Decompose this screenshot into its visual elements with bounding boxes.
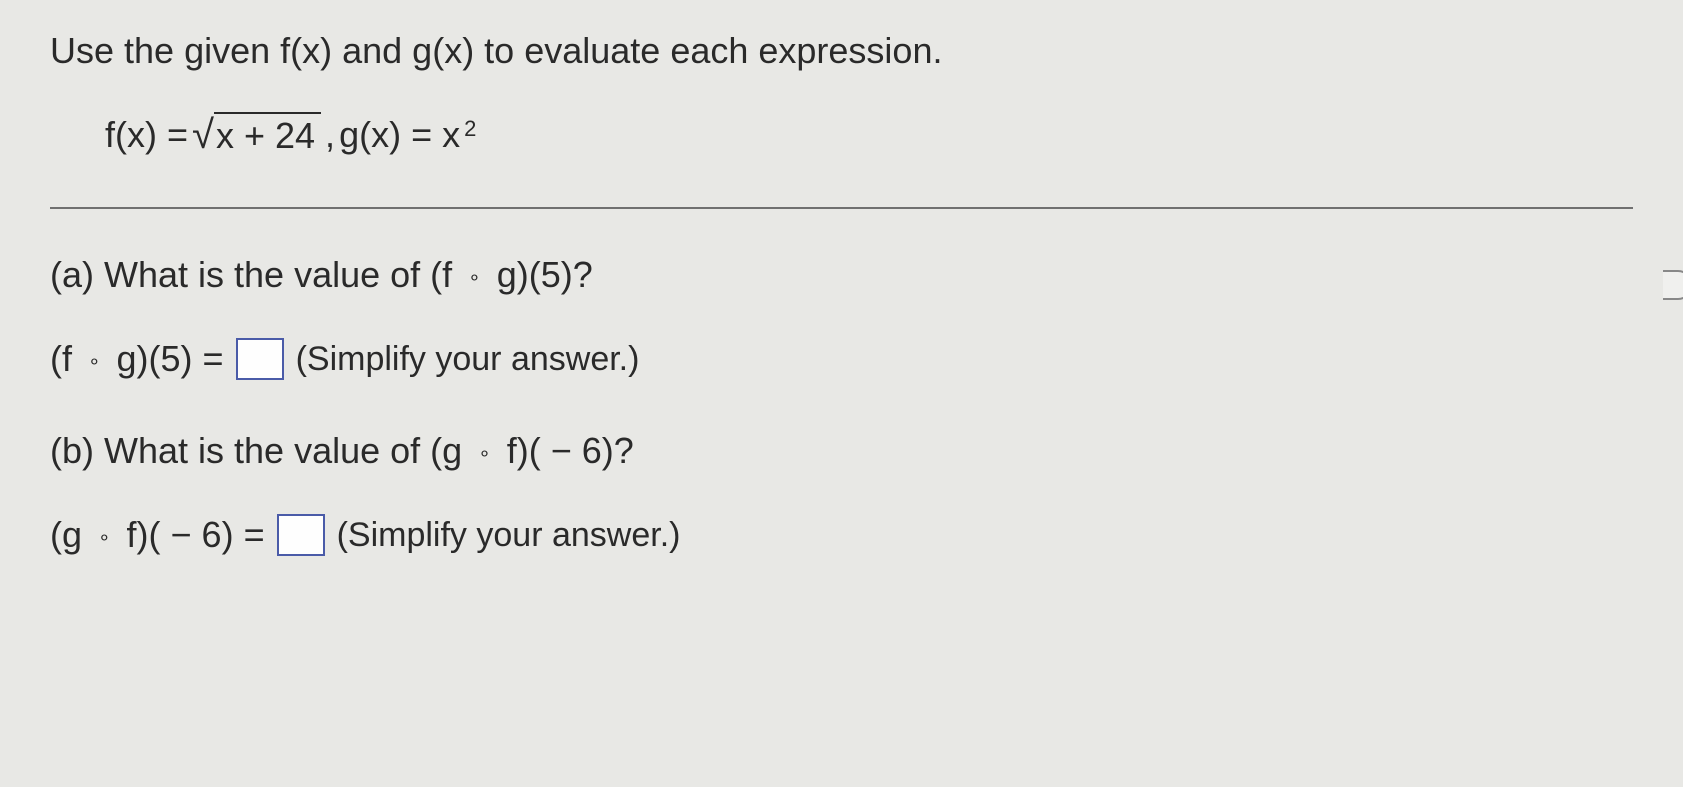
part-b-hint: (Simplify your answer.): [337, 516, 681, 555]
problem-page: Use the given f(x) and g(x) to evaluate …: [0, 0, 1683, 787]
instruction-text: Use the given f(x) and g(x) to evaluate …: [50, 30, 1633, 72]
part-b-prefix: (b) What is the value of (g: [50, 430, 472, 471]
part-a-answer-input[interactable]: [236, 338, 284, 380]
part-b-suffix: f)( − 6)?: [497, 430, 634, 471]
part-a-hint: (Simplify your answer.): [296, 340, 640, 379]
compose-icon: ∘: [462, 267, 487, 289]
g-exponent: 2: [464, 116, 476, 142]
part-a-answer-prefix: (f: [50, 338, 82, 379]
function-definitions: f(x) = √ x + 24 , g(x) = x2: [105, 112, 1633, 157]
sqrt-expression: √ x + 24: [192, 112, 321, 157]
part-b-block: (b) What is the value of (g ∘ f)( − 6)? …: [50, 430, 1633, 556]
part-b-answer-label: (g ∘ f)( − 6) =: [50, 514, 265, 556]
compose-icon: ∘: [472, 443, 497, 465]
part-a-prefix: (a) What is the value of (f: [50, 254, 462, 295]
compose-icon: ∘: [92, 527, 117, 549]
g-label: g(x) = x: [339, 114, 460, 156]
part-b-answer-input[interactable]: [277, 514, 325, 556]
part-b-answer-line: (g ∘ f)( − 6) = (Simplify your answer.): [50, 514, 1633, 556]
part-a-prompt: (a) What is the value of (f ∘ g)(5)?: [50, 254, 1633, 296]
formula-separator: ,: [325, 114, 335, 156]
part-a-answer-mid: g)(5) =: [107, 338, 224, 379]
part-b-prompt: (b) What is the value of (g ∘ f)( − 6)?: [50, 430, 1633, 472]
part-b-answer-prefix: (g: [50, 514, 92, 555]
part-a-answer-label: (f ∘ g)(5) =: [50, 338, 224, 380]
sqrt-icon: √: [192, 115, 214, 155]
part-a-answer-line: (f ∘ g)(5) = (Simplify your answer.): [50, 338, 1633, 380]
f-label: f(x) =: [105, 114, 188, 156]
section-divider: [50, 207, 1633, 209]
page-binding-icon: [1663, 270, 1683, 300]
sqrt-body: x + 24: [214, 112, 321, 157]
part-b-answer-mid: f)( − 6) =: [117, 514, 265, 555]
compose-icon: ∘: [82, 351, 107, 373]
part-a-block: (a) What is the value of (f ∘ g)(5)? (f …: [50, 254, 1633, 380]
part-a-suffix: g)(5)?: [487, 254, 593, 295]
